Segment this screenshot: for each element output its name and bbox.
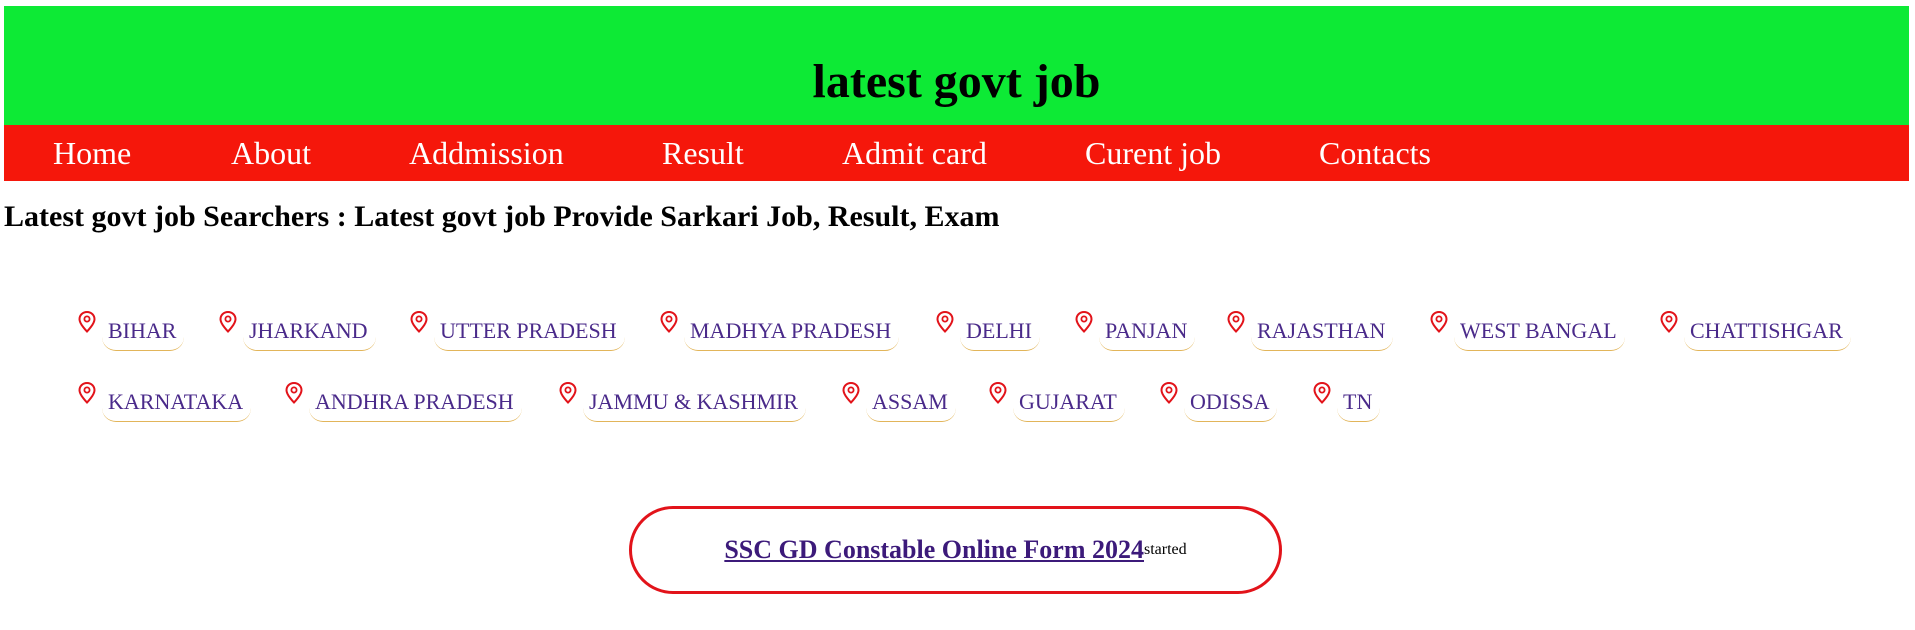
location-pin-icon — [410, 311, 428, 333]
state-label: BIHAR — [102, 310, 185, 351]
location-pin-icon — [219, 311, 237, 333]
state-link-andhra-pradesh[interactable]: ANDHRA PRADESH — [285, 381, 522, 422]
nav-admit-card-link[interactable]: Admit card — [842, 135, 987, 172]
location-pin-icon — [1660, 311, 1678, 333]
state-label: KARNATAKA — [102, 381, 252, 422]
location-pin-icon — [1227, 311, 1245, 333]
state-link-assam[interactable]: ASSAM — [842, 381, 956, 422]
state-label: PANJAN — [1099, 310, 1196, 351]
state-label: JAMMU & KASHMIR — [583, 381, 807, 422]
location-pin-icon — [936, 311, 954, 333]
state-link-jharkand[interactable]: JHARKAND — [219, 310, 376, 351]
state-link-odissa[interactable]: ODISSA — [1160, 381, 1278, 422]
state-link-west-bangal[interactable]: WEST BANGAL — [1430, 310, 1625, 351]
state-link-madhya-pradesh[interactable]: MADHYA PRADESH — [660, 310, 900, 351]
state-link-gujarat[interactable]: GUJARAT — [989, 381, 1125, 422]
state-label: JHARKAND — [243, 310, 376, 351]
location-pin-icon — [1160, 382, 1178, 404]
state-label: ANDHRA PRADESH — [309, 381, 522, 422]
page-tagline: Latest govt job Searchers : Latest govt … — [4, 200, 1000, 233]
state-link-jammu-kashmir[interactable]: JAMMU & KASHMIR — [559, 381, 807, 422]
state-label: TN — [1337, 381, 1381, 422]
location-pin-icon — [1430, 311, 1448, 333]
state-row-1: BIHAR JHARKAND UTTER PRADESH MADHYA PRAD… — [78, 310, 1878, 381]
state-link-panjan[interactable]: PANJAN — [1075, 310, 1196, 351]
nav-addmission-link[interactable]: Addmission — [409, 135, 564, 172]
state-label: MADHYA PRADESH — [684, 310, 900, 351]
nav-home-link[interactable]: Home — [53, 135, 131, 172]
location-pin-icon — [559, 382, 577, 404]
notice-banner: SSC GD Constable Online Form 2024 started — [629, 506, 1282, 594]
location-pin-icon — [285, 382, 303, 404]
state-label: ASSAM — [866, 381, 956, 422]
state-row-2: KARNATAKA ANDHRA PRADESH JAMMU & KASHMIR… — [78, 381, 1878, 452]
location-pin-icon — [78, 311, 96, 333]
location-pin-icon — [842, 382, 860, 404]
location-pin-icon — [1075, 311, 1093, 333]
state-label: GUJARAT — [1013, 381, 1125, 422]
state-link-utter-pradesh[interactable]: UTTER PRADESH — [410, 310, 625, 351]
state-link-delhi[interactable]: DELHI — [936, 310, 1040, 351]
state-link-chattishgar[interactable]: CHATTISHGAR — [1660, 310, 1851, 351]
location-pin-icon — [989, 382, 1007, 404]
state-list: BIHAR JHARKAND UTTER PRADESH MADHYA PRAD… — [78, 310, 1878, 452]
site-header: latest govt job — [4, 6, 1909, 125]
state-link-karnataka[interactable]: KARNATAKA — [78, 381, 252, 422]
location-pin-icon — [1313, 382, 1331, 404]
state-label: CHATTISHGAR — [1684, 310, 1851, 351]
notice-status-text: started — [1144, 541, 1187, 558]
ssc-gd-constable-form-link[interactable]: SSC GD Constable Online Form 2024 — [724, 535, 1144, 565]
location-pin-icon — [660, 311, 678, 333]
state-link-bihar[interactable]: BIHAR — [78, 310, 185, 351]
main-nav: Home About Addmission Result Admit card … — [4, 125, 1909, 181]
nav-about-link[interactable]: About — [231, 135, 311, 172]
state-link-rajasthan[interactable]: RAJASTHAN — [1227, 310, 1394, 351]
state-label: RAJASTHAN — [1251, 310, 1394, 351]
nav-contacts-link[interactable]: Contacts — [1319, 135, 1431, 172]
location-pin-icon — [78, 382, 96, 404]
nav-result-link[interactable]: Result — [662, 135, 744, 172]
nav-curent-job-link[interactable]: Curent job — [1085, 135, 1221, 172]
state-label: WEST BANGAL — [1454, 310, 1625, 351]
site-title: latest govt job — [812, 55, 1101, 108]
state-label: UTTER PRADESH — [434, 310, 625, 351]
state-label: DELHI — [960, 310, 1040, 351]
state-link-tn[interactable]: TN — [1313, 381, 1381, 422]
state-label: ODISSA — [1184, 381, 1278, 422]
